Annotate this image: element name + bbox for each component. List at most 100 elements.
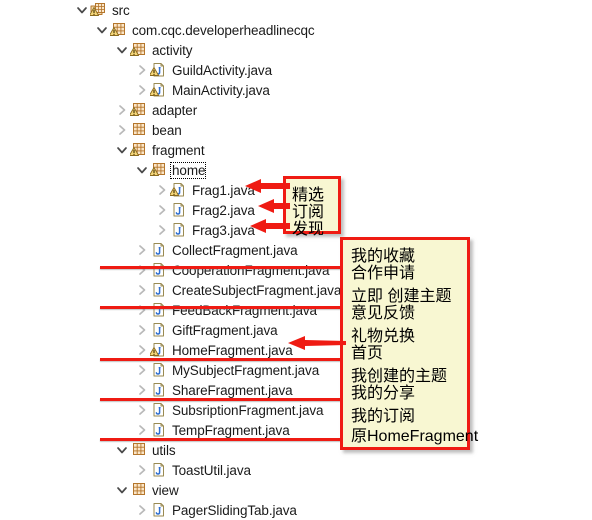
tree-row-label: utils [152,442,176,458]
java-file-icon [150,382,168,398]
chevron-right-icon[interactable] [134,402,150,418]
tree-row-label: bean [152,122,182,138]
tree-row[interactable]: src [74,0,130,20]
callout-arrow-homefragment [288,336,346,350]
chevron-down-icon[interactable] [94,22,110,38]
tree-row[interactable]: adapter [114,100,197,120]
tree-row[interactable]: FeedBackFragment.java [134,300,317,320]
chevron-right-icon[interactable] [114,122,130,138]
tree-row[interactable]: PagerSlidingTab.java [134,500,297,520]
java-file-icon [150,462,168,478]
tree-row-label: Frag3.java [192,222,255,238]
java-file-icon [150,342,168,358]
tree-row-label: fragment [152,142,205,158]
tree-row[interactable]: view [114,480,179,500]
java-file-icon [170,222,188,238]
tree-row[interactable]: GuildActivity.java [134,60,272,80]
tree-row-label: FeedBackFragment.java [172,302,317,318]
tree-row-label: ToastUtil.java [172,462,251,478]
callout-line: 意见反馈 [351,305,416,322]
tree-row[interactable]: com.cqc.developerheadlinecqc [94,20,315,40]
tree-row-label: Frag2.java [192,202,255,218]
tree-row[interactable]: ShareFragment.java [134,380,293,400]
callout-line: 首页 [351,345,384,362]
tree-row-label: GiftFragment.java [172,322,278,338]
chevron-right-icon[interactable] [114,102,130,118]
java-file-icon [170,202,188,218]
tree-row-label: TempFragment.java [172,422,290,438]
tree-row[interactable]: activity [114,40,193,60]
java-file-icon [150,422,168,438]
callout-arrow-frag3 [250,219,290,233]
tree-row-label: HomeFragment.java [172,342,293,358]
tree-row[interactable]: SubsriptionFragment.java [134,400,324,420]
tree-row[interactable]: HomeFragment.java [134,340,293,360]
package-icon [130,142,148,158]
chevron-right-icon[interactable] [154,202,170,218]
tree-row-label: CollectFragment.java [172,242,298,258]
chevron-down-icon[interactable] [114,142,130,158]
java-file-icon [150,62,168,78]
package-icon [130,122,148,138]
package-icon [130,442,148,458]
tree-row[interactable]: bean [114,120,182,140]
tree-row[interactable]: TempFragment.java [134,420,290,440]
chevron-down-icon[interactable] [114,482,130,498]
chevron-right-icon[interactable] [134,82,150,98]
tree-row-label: ShareFragment.java [172,382,293,398]
java-file-icon [150,322,168,338]
tree-row-label: PagerSlidingTab.java [172,502,297,518]
tree-row[interactable]: MySubjectFragment.java [134,360,319,380]
package-icon [130,482,148,498]
tree-row[interactable]: utils [114,440,176,460]
chevron-down-icon[interactable] [134,162,150,178]
chevron-right-icon[interactable] [134,462,150,478]
chevron-right-icon[interactable] [134,502,150,518]
chevron-right-icon[interactable] [134,262,150,278]
callout-line: 我的分享 [351,385,416,402]
tree-row[interactable]: GiftFragment.java [134,320,278,340]
chevron-right-icon[interactable] [134,242,150,258]
tree-row-label: GuildActivity.java [172,62,272,78]
source-folder-icon [90,2,108,18]
package-icon [130,102,148,118]
chevron-right-icon[interactable] [134,62,150,78]
tree-row[interactable]: home [134,160,207,180]
chevron-right-icon[interactable] [134,422,150,438]
tree-row[interactable]: MainActivity.java [134,80,270,100]
java-file-icon [150,242,168,258]
java-file-icon [170,182,188,198]
chevron-down-icon[interactable] [74,2,90,18]
chevron-right-icon[interactable] [134,282,150,298]
chevron-right-icon[interactable] [154,182,170,198]
chevron-right-icon[interactable] [134,382,150,398]
tree-row[interactable]: CreateSubjectFragment.java [134,280,341,300]
tree-row-label: adapter [152,102,198,118]
tree-row-label: view [152,482,179,498]
java-file-icon [150,282,168,298]
tree-row[interactable]: CooperationFragment.java [134,260,330,280]
chevron-right-icon[interactable] [134,342,150,358]
chevron-down-icon[interactable] [114,42,130,58]
tree-row[interactable]: CollectFragment.java [134,240,298,260]
package-icon [130,42,148,58]
chevron-right-icon[interactable] [134,362,150,378]
callout-line: 合作申请 [351,265,416,282]
chevron-right-icon[interactable] [134,322,150,338]
tree-row[interactable]: ToastUtil.java [134,460,251,480]
package-icon [110,22,128,38]
tree-row-label: com.cqc.developerheadlinecqc [132,22,315,38]
callout-arrow-frag1 [245,179,290,193]
java-file-icon [150,362,168,378]
tree-row[interactable]: Frag2.java [154,200,255,220]
chevron-right-icon[interactable] [134,302,150,318]
tree-row[interactable]: Frag3.java [154,220,255,240]
tree-row-label: CooperationFragment.java [172,262,330,278]
chevron-right-icon[interactable] [154,222,170,238]
tree-row[interactable]: fragment [114,140,205,160]
tree-row-label: MySubjectFragment.java [172,362,320,378]
tree-row-label: home [169,161,207,179]
tree-row[interactable]: Frag1.java [154,180,255,200]
tree-row-label: src [112,2,130,18]
chevron-down-icon[interactable] [114,442,130,458]
